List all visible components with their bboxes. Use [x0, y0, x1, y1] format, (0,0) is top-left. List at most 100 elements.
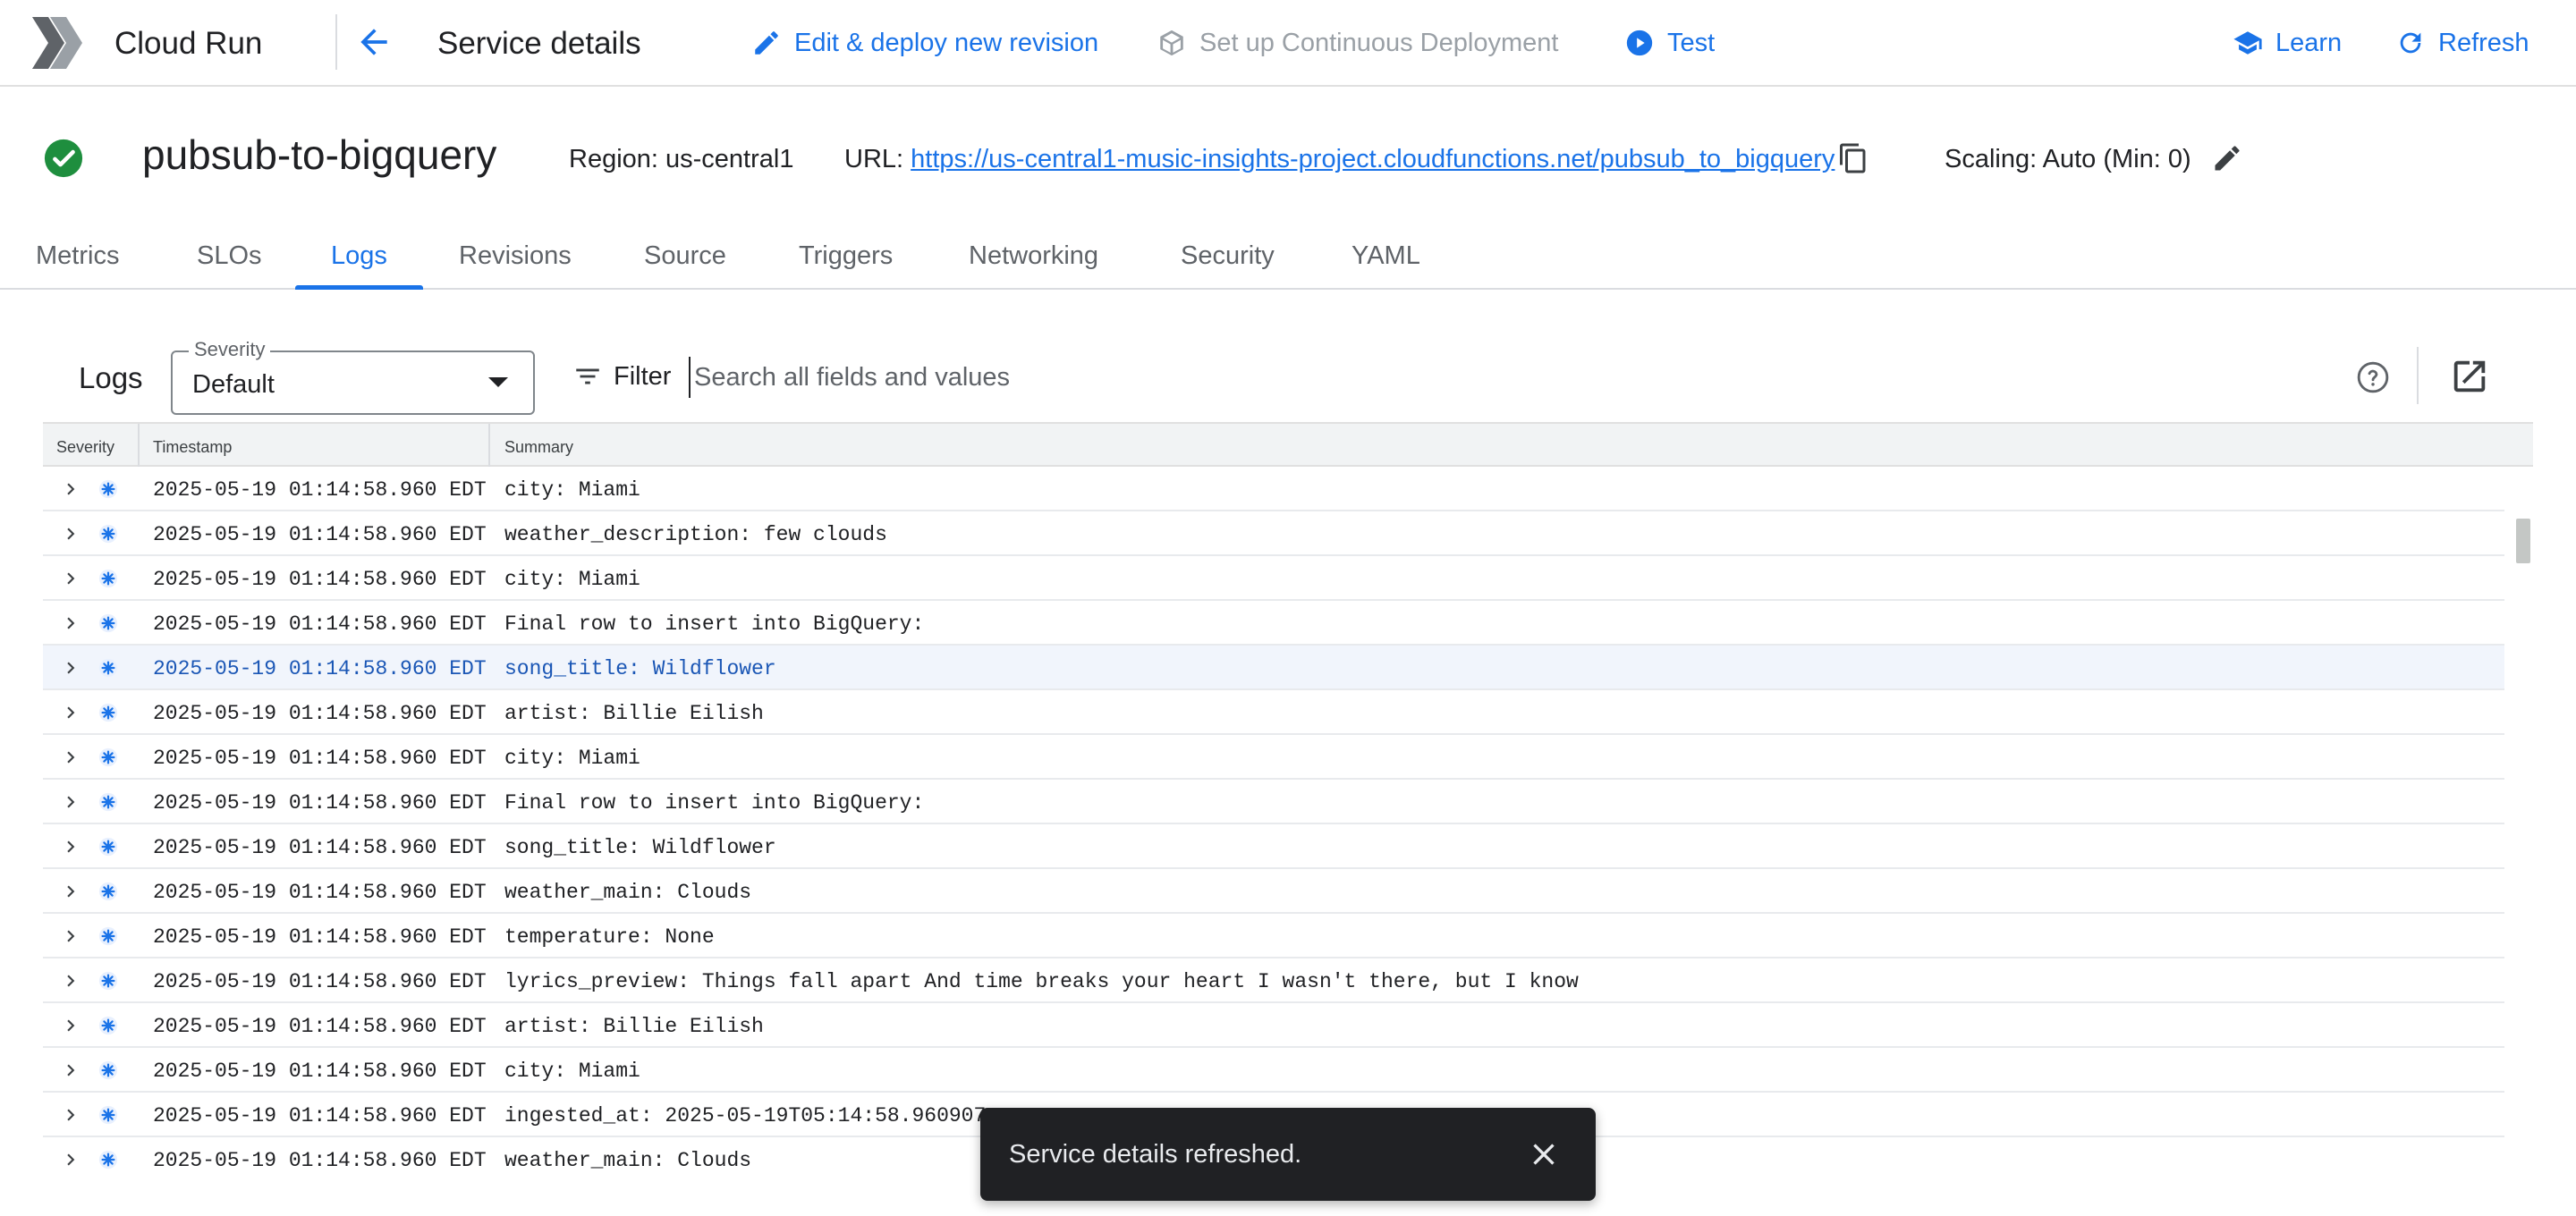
continuous-deployment-label: Set up Continuous Deployment: [1199, 28, 1559, 57]
cube-icon: [1160, 30, 1183, 56]
table-row[interactable]: 2025-05-19 01:14:58.960 EDT city: Miami: [43, 735, 2504, 780]
table-row[interactable]: 2025-05-19 01:14:58.960 EDT Final row to …: [43, 601, 2504, 646]
chevron-right-icon[interactable]: [59, 969, 82, 992]
row-summary: Final row to insert into BigQuery:: [504, 791, 925, 815]
row-timestamp: 2025-05-19 01:14:58.960 EDT: [153, 478, 487, 502]
column-divider[interactable]: [138, 424, 140, 467]
table-row[interactable]: 2025-05-19 01:14:58.960 EDT city: Miami: [43, 1048, 2504, 1093]
learn-label: Learn: [2275, 28, 2343, 57]
severity-default-icon: [98, 479, 118, 499]
service-url-row: URL: https://us-central1-music-insights-…: [844, 145, 1835, 174]
continuous-deployment-button[interactable]: Set up Continuous Deployment: [1157, 25, 1558, 61]
scaling-info: Scaling: Auto (Min: 0): [1945, 145, 2191, 174]
table-row[interactable]: 2025-05-19 01:14:58.960 EDT city: Miami: [43, 467, 2504, 511]
chevron-right-icon[interactable]: [59, 1059, 82, 1082]
learn-button[interactable]: Learn: [2233, 25, 2342, 61]
scaling-label: Scaling:: [1945, 145, 2038, 173]
table-row[interactable]: 2025-05-19 01:14:58.960 EDT song_title: W…: [43, 646, 2504, 690]
severity-default-icon: [98, 1060, 118, 1080]
copy-icon[interactable]: [1837, 142, 1869, 174]
open-in-new-icon[interactable]: [2449, 356, 2490, 397]
chevron-right-icon[interactable]: [59, 567, 82, 590]
tab-metrics[interactable]: Metrics: [36, 225, 119, 288]
row-timestamp: 2025-05-19 01:14:58.960 EDT: [153, 747, 487, 770]
chevron-right-icon[interactable]: [59, 790, 82, 814]
chevron-right-icon[interactable]: [59, 880, 82, 903]
chevron-right-icon[interactable]: [59, 1103, 82, 1127]
tab-triggers[interactable]: Triggers: [799, 225, 893, 288]
row-timestamp: 2025-05-19 01:14:58.960 EDT: [153, 568, 487, 591]
tab-networking[interactable]: Networking: [969, 225, 1098, 288]
table-row[interactable]: 2025-05-19 01:14:58.960 EDT weather_descr…: [43, 511, 2504, 556]
row-summary: artist: Billie Eilish: [504, 702, 764, 725]
chevron-right-icon[interactable]: [59, 477, 82, 501]
filter-button[interactable]: Filter: [572, 361, 671, 392]
chevron-right-icon[interactable]: [59, 612, 82, 635]
chevron-right-icon[interactable]: [59, 925, 82, 948]
row-timestamp: 2025-05-19 01:14:58.960 EDT: [153, 523, 487, 546]
dropdown-arrow-icon: [488, 377, 508, 387]
scrollbar-track[interactable]: [2504, 467, 2533, 1173]
tab-slos[interactable]: SLOs: [197, 225, 262, 288]
refresh-icon: [2400, 32, 2421, 54]
close-icon[interactable]: [1526, 1136, 1562, 1172]
column-header-summary[interactable]: Summary: [504, 438, 573, 457]
tab-yaml[interactable]: YAML: [1352, 225, 1420, 288]
severity-default-icon: [98, 792, 118, 812]
table-row[interactable]: 2025-05-19 01:14:58.960 EDT weather_main:…: [43, 869, 2504, 914]
status-check-icon: [44, 139, 83, 178]
tab-revisions[interactable]: Revisions: [459, 225, 572, 288]
snackbar: Service details refreshed.: [980, 1108, 1596, 1201]
severity-select[interactable]: Severity Default: [171, 338, 535, 415]
table-row[interactable]: 2025-05-19 01:14:58.960 EDT temperature: …: [43, 914, 2504, 958]
help-icon[interactable]: [2356, 360, 2390, 394]
back-arrow-icon[interactable]: [354, 22, 394, 62]
table-row[interactable]: 2025-05-19 01:14:58.960 EDT artist: Billi…: [43, 1003, 2504, 1048]
severity-value: Default: [192, 370, 275, 399]
row-timestamp: 2025-05-19 01:14:58.960 EDT: [153, 970, 487, 993]
scrollbar-thumb[interactable]: [2516, 519, 2530, 563]
service-url-link[interactable]: https://us-central1-music-insights-proje…: [911, 145, 1835, 173]
logs-table: Severity Timestamp Summary 2025-05-19 01…: [43, 422, 2533, 1173]
row-summary: weather_main: Clouds: [504, 881, 752, 904]
table-row[interactable]: 2025-05-19 01:14:58.960 EDT song_title: W…: [43, 824, 2504, 869]
table-row[interactable]: 2025-05-19 01:14:58.960 EDT Final row to …: [43, 780, 2504, 824]
refresh-button[interactable]: Refresh: [2395, 25, 2529, 61]
chevron-right-icon[interactable]: [59, 835, 82, 858]
service-region: Region: us-central1: [569, 145, 794, 173]
snackbar-message: Service details refreshed.: [1009, 1140, 1302, 1169]
test-label: Test: [1667, 28, 1716, 57]
chevron-right-icon[interactable]: [59, 701, 82, 724]
row-timestamp: 2025-05-19 01:14:58.960 EDT: [153, 1060, 487, 1083]
cloud-run-logo-icon[interactable]: [30, 15, 84, 71]
chevron-right-icon[interactable]: [59, 656, 82, 680]
severity-legend: Severity: [189, 338, 271, 361]
tab-logs[interactable]: Logs: [295, 225, 423, 290]
severity-default-icon: [98, 926, 118, 946]
column-header-severity[interactable]: Severity: [56, 438, 114, 457]
severity-default-icon: [98, 613, 118, 633]
chevron-right-icon[interactable]: [59, 1148, 82, 1171]
table-row[interactable]: 2025-05-19 01:14:58.960 EDT city: Miami: [43, 556, 2504, 601]
tab-source[interactable]: Source: [644, 225, 726, 288]
appbar-divider: [335, 14, 337, 70]
row-timestamp: 2025-05-19 01:14:58.960 EDT: [153, 1104, 487, 1127]
row-summary: temperature: None: [504, 925, 715, 949]
row-summary: city: Miami: [504, 568, 640, 591]
row-summary: Final row to insert into BigQuery:: [504, 612, 925, 636]
table-row[interactable]: 2025-05-19 01:14:58.960 EDT lyrics_previe…: [43, 958, 2504, 1003]
edit-deploy-button[interactable]: Edit & deploy new revision: [751, 25, 1098, 61]
column-divider[interactable]: [488, 424, 490, 467]
log-search-input[interactable]: [689, 357, 2281, 398]
chevron-right-icon[interactable]: [59, 522, 82, 545]
chevron-right-icon[interactable]: [59, 746, 82, 769]
column-header-timestamp[interactable]: Timestamp: [153, 438, 232, 457]
row-timestamp: 2025-05-19 01:14:58.960 EDT: [153, 836, 487, 859]
scaling-min: (Min: 0): [2103, 145, 2191, 173]
chevron-right-icon[interactable]: [59, 1014, 82, 1037]
row-summary: song_title: Wildflower: [504, 836, 776, 859]
table-row[interactable]: 2025-05-19 01:14:58.960 EDT artist: Billi…: [43, 690, 2504, 735]
test-button[interactable]: Test: [1624, 25, 1715, 61]
tab-security[interactable]: Security: [1181, 225, 1275, 288]
edit-scaling-pencil-icon[interactable]: [2211, 142, 2243, 174]
